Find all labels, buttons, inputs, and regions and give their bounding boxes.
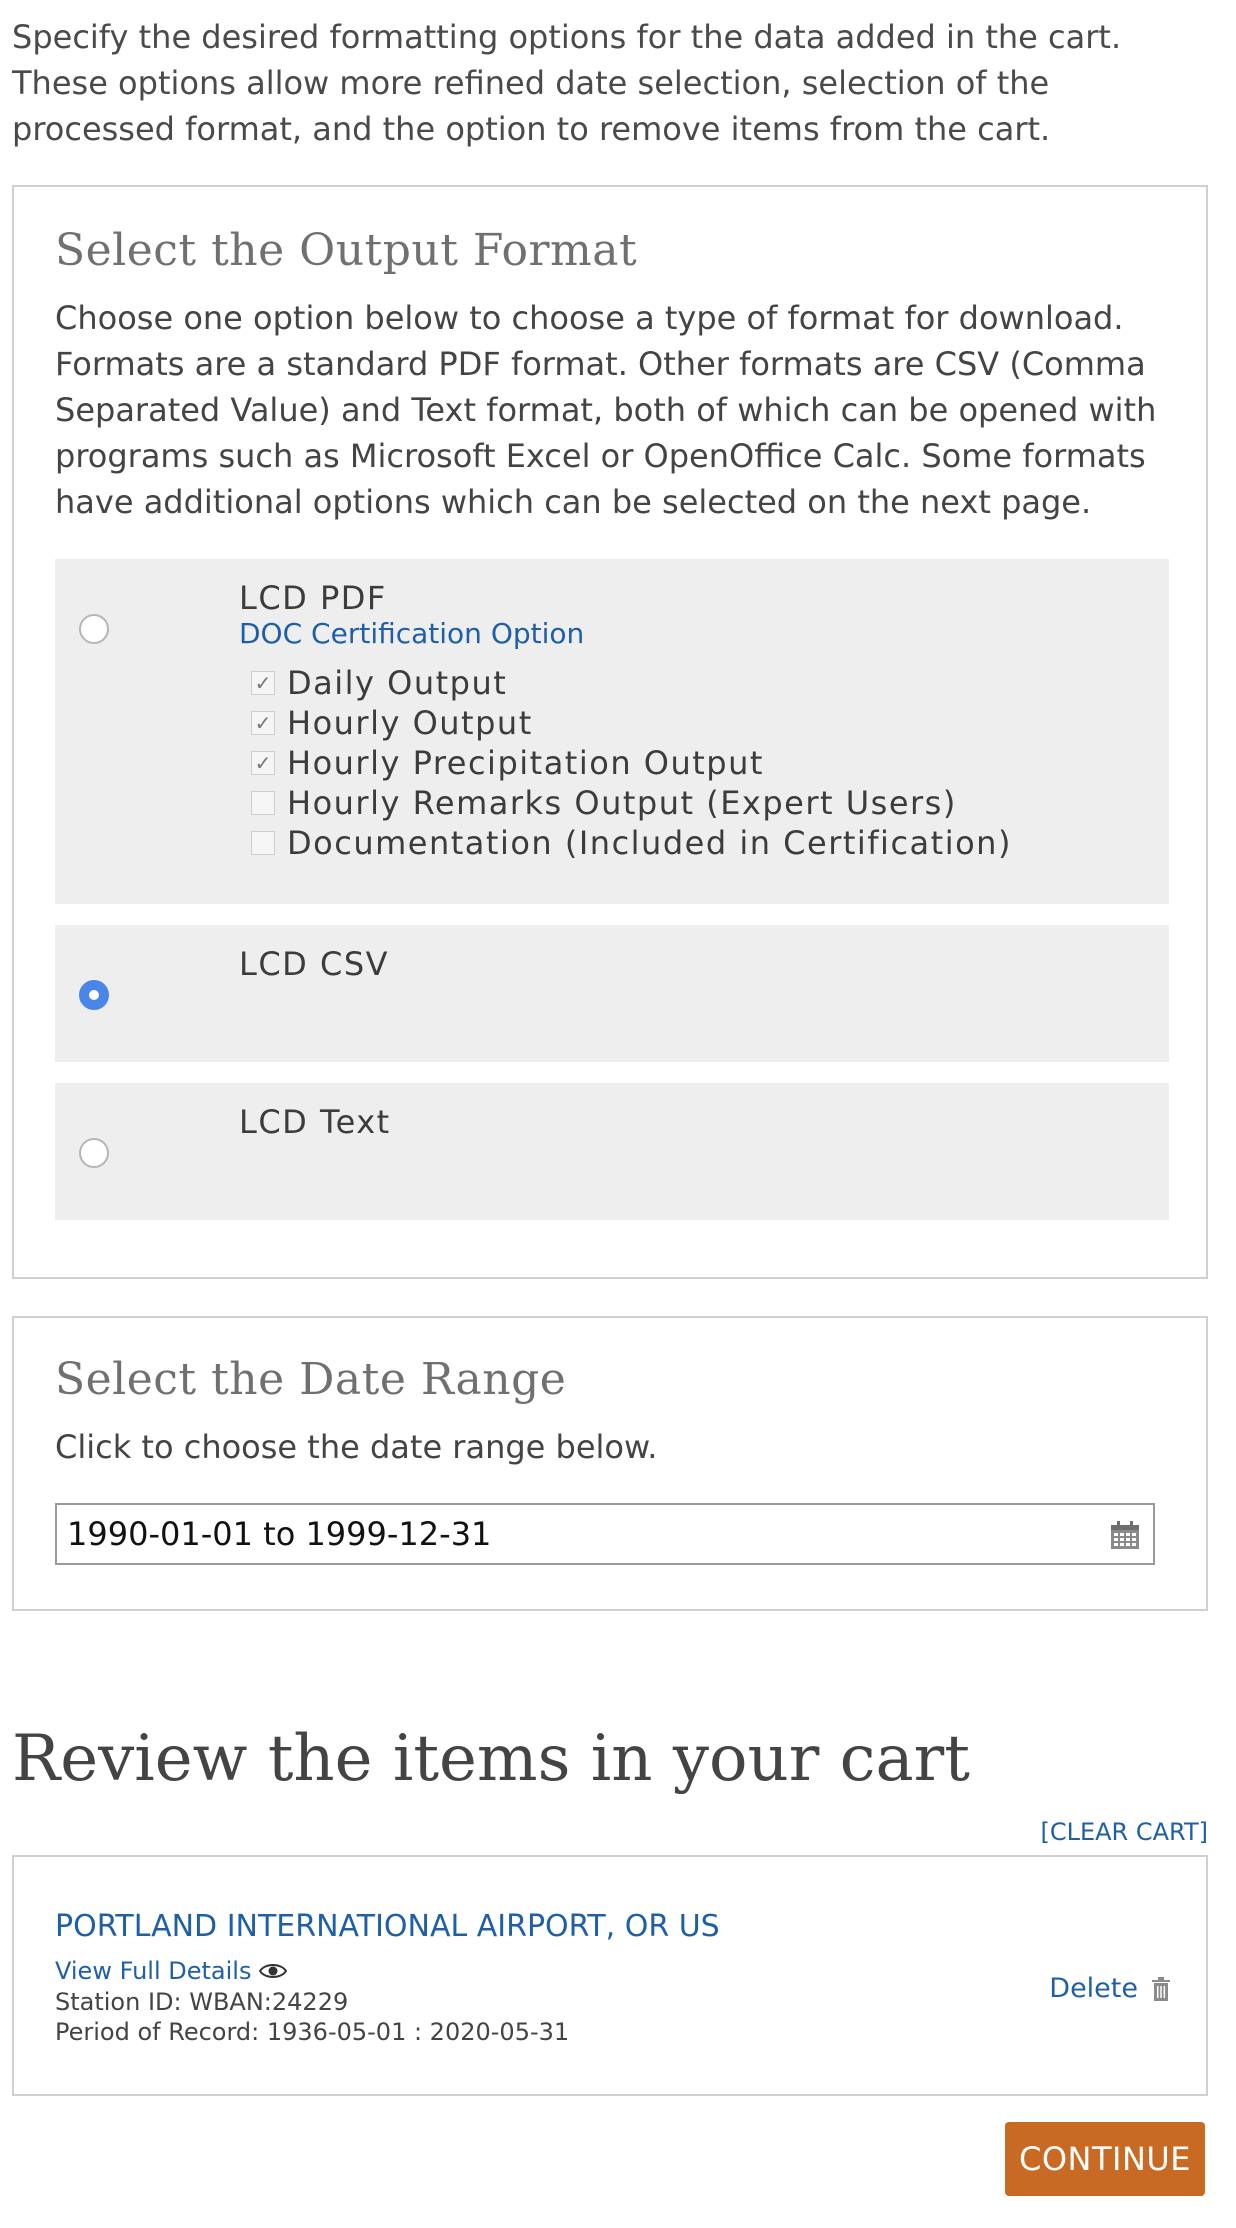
checkbox-daily-output[interactable]: ✓: [251, 671, 275, 695]
output-format-title: Select the Output Format: [55, 225, 638, 276]
checkbox-label: Hourly Precipitation Output: [287, 744, 764, 782]
checkbox-documentation[interactable]: [251, 831, 275, 855]
view-full-details-link[interactable]: View Full Details: [55, 1957, 288, 1985]
checkbox-row-documentation[interactable]: Documentation (Included in Certification…: [251, 824, 1012, 862]
delete-button[interactable]: Delete: [1049, 1973, 1170, 2004]
date-range-value: 1990-01-01 to 1999-12-31: [67, 1515, 492, 1553]
cart-item: PORTLAND INTERNATIONAL AIRPORT, OR US Vi…: [12, 1855, 1208, 2096]
delete-label: Delete: [1049, 1973, 1138, 2004]
output-format-description: Choose one option below to choose a type…: [55, 299, 1157, 521]
checkbox-label: Hourly Remarks Output (Expert Users): [287, 784, 957, 822]
checkbox-row-hourly-precipitation[interactable]: ✓ Hourly Precipitation Output: [251, 744, 764, 782]
date-range-description: Click to choose the date range below.: [55, 1428, 658, 1466]
option-label-lcd-csv: LCD CSV: [239, 945, 390, 983]
radio-lcd-csv[interactable]: [79, 980, 109, 1010]
option-label-lcd-pdf: LCD PDF: [239, 579, 387, 617]
radio-lcd-pdf[interactable]: [79, 614, 109, 644]
date-range-panel: Select the Date Range Click to choose th…: [12, 1316, 1208, 1611]
trash-icon: [1152, 1976, 1170, 2001]
checkbox-label: Documentation (Included in Certification…: [287, 824, 1012, 862]
option-label-lcd-text: LCD Text: [239, 1103, 391, 1141]
continue-button[interactable]: CONTINUE: [1005, 2122, 1205, 2196]
radio-lcd-text[interactable]: [79, 1138, 109, 1168]
date-range-title: Select the Date Range: [55, 1354, 567, 1405]
eye-icon: [259, 1964, 288, 1978]
checkbox-label: Daily Output: [287, 664, 508, 702]
station-name-link[interactable]: PORTLAND INTERNATIONAL AIRPORT, OR US: [55, 1909, 720, 1944]
checkbox-label: Hourly Output: [287, 704, 533, 742]
checkbox-hourly-remarks[interactable]: [251, 791, 275, 815]
date-range-input[interactable]: 1990-01-01 to 1999-12-31: [55, 1503, 1155, 1565]
view-full-details-label: View Full Details: [55, 1957, 252, 1985]
intro-text: Specify the desired formatting options f…: [12, 18, 1122, 148]
doc-certification-link[interactable]: DOC Certification Option: [239, 617, 584, 650]
option-lcd-csv[interactable]: LCD CSV: [55, 925, 1169, 1062]
period-of-record: Period of Record: 1936-05-01 : 2020-05-3…: [55, 2018, 570, 2046]
checkbox-hourly-precipitation[interactable]: ✓: [251, 751, 275, 775]
calendar-icon[interactable]: [1109, 1519, 1141, 1551]
station-id: Station ID: WBAN:24229: [55, 1988, 349, 2016]
output-format-panel: Select the Output Format Choose one opti…: [12, 185, 1208, 1279]
checkbox-hourly-output[interactable]: ✓: [251, 711, 275, 735]
clear-cart-link[interactable]: [CLEAR CART]: [1040, 1818, 1208, 1846]
checkbox-row-hourly-output[interactable]: ✓ Hourly Output: [251, 704, 533, 742]
checkbox-row-daily-output[interactable]: ✓ Daily Output: [251, 664, 507, 702]
option-lcd-text[interactable]: LCD Text: [55, 1083, 1169, 1220]
cart-heading: Review the items in your cart: [12, 1722, 970, 1796]
checkbox-row-hourly-remarks[interactable]: Hourly Remarks Output (Expert Users): [251, 784, 957, 822]
option-lcd-pdf[interactable]: LCD PDF DOC Certification Option ✓ Daily…: [55, 559, 1169, 904]
